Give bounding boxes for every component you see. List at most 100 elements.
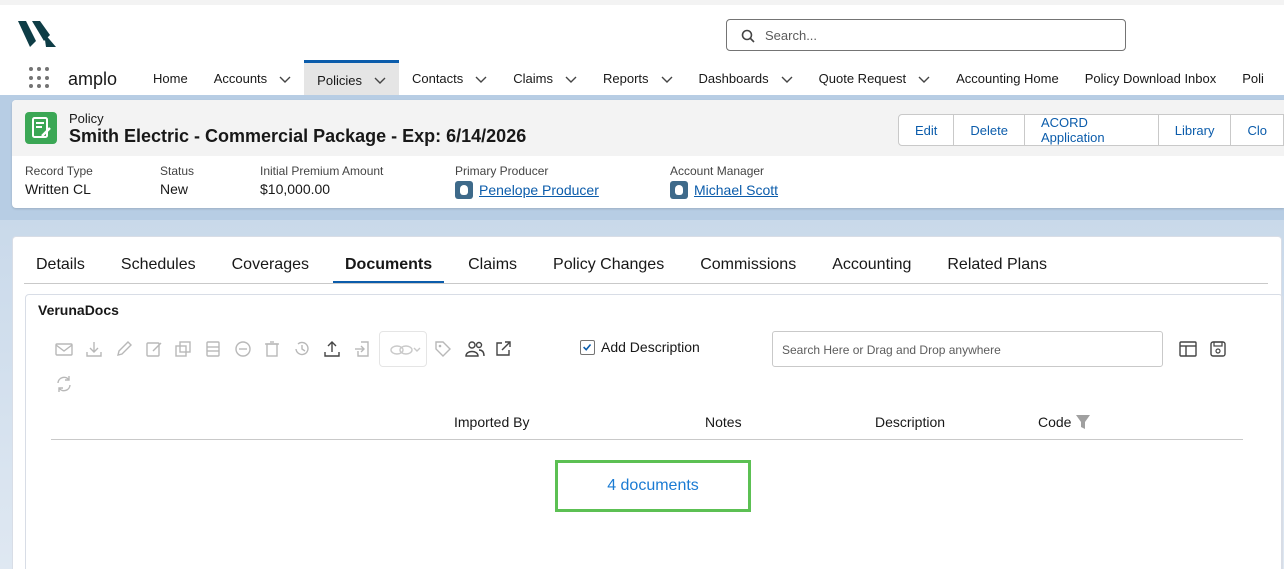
save-icon[interactable] (1208, 339, 1228, 359)
field-account-manager: Account Manager Michael Scott (670, 164, 778, 200)
record-actions: Edit Delete ACORD Application Library Cl… (898, 114, 1284, 146)
add-description-label[interactable]: Add Description (601, 339, 700, 355)
nav-item-overflow[interactable]: Poli (1229, 60, 1277, 97)
column-description[interactable]: Description (875, 414, 945, 430)
tab-documents[interactable]: Documents (333, 246, 445, 284)
app-name: amplo (68, 69, 118, 89)
refresh-icon[interactable] (54, 374, 74, 394)
field-label: Record Type (25, 164, 93, 178)
chevron-down-icon[interactable] (918, 73, 930, 85)
tab-details[interactable]: Details (24, 246, 97, 284)
acord-application-button[interactable]: ACORD Application (1023, 114, 1159, 146)
nav-item-quote-request[interactable]: Quote Request (806, 60, 943, 97)
pencil-icon[interactable] (114, 339, 134, 359)
copy-icon[interactable] (173, 339, 193, 359)
nav-label: Contacts (411, 71, 464, 86)
header-divider (51, 439, 1243, 440)
archive-icon[interactable] (203, 339, 223, 359)
search-icon (741, 29, 755, 43)
tab-claims[interactable]: Claims (456, 246, 529, 284)
documents-count-box[interactable]: 4 documents (555, 460, 751, 512)
nav-item-reports[interactable]: Reports (590, 60, 686, 97)
nav-label: Home (153, 71, 188, 86)
record-type-label: Policy (69, 111, 104, 126)
column-notes[interactable]: Notes (705, 414, 742, 430)
filter-icon[interactable] (1075, 414, 1091, 430)
field-label: Initial Premium Amount (260, 164, 384, 178)
nav-item-home[interactable]: Home (140, 60, 201, 97)
column-imported-by[interactable]: Imported By (454, 414, 529, 430)
search-placeholder: Search... (765, 28, 818, 43)
chevron-down-icon[interactable] (661, 73, 673, 85)
edit-document-icon[interactable] (144, 339, 164, 359)
nav-item-policy-download-inbox[interactable]: Policy Download Inbox (1072, 60, 1230, 97)
chevron-down-icon[interactable] (781, 73, 793, 85)
clone-button[interactable]: Clo (1230, 114, 1284, 146)
tab-coverages[interactable]: Coverages (220, 246, 321, 284)
nav-label: Claims (513, 71, 554, 86)
field-value: $10,000.00 (260, 181, 331, 197)
chevron-down-icon[interactable] (475, 73, 487, 85)
nav-label: Poli (1242, 71, 1264, 86)
nav-bar: Home Accounts Policies Contacts Claims R… (140, 60, 1277, 97)
field-value: Written CL (25, 181, 91, 197)
field-initial-premium: Initial Premium Amount $10,000.00 (260, 164, 383, 197)
record-title: Smith Electric - Commercial Package - Ex… (69, 126, 527, 146)
chevron-down-icon[interactable] (565, 73, 577, 85)
history-icon[interactable] (292, 339, 312, 359)
email-icon[interactable] (54, 339, 74, 359)
nav-label: Reports (603, 71, 649, 86)
nav-label: Accounting Home (956, 71, 1059, 86)
nav-label: Quote Request (818, 71, 907, 86)
tag-icon[interactable] (433, 339, 453, 359)
download-icon[interactable] (84, 339, 104, 359)
layout-icon[interactable] (1178, 339, 1198, 359)
edit-button[interactable]: Edit (898, 114, 955, 146)
primary-producer-link[interactable]: Penelope Producer (479, 182, 599, 198)
nav-item-accounts[interactable]: Accounts (201, 60, 304, 97)
upload-icon[interactable] (322, 339, 342, 359)
link-icon (390, 345, 421, 355)
nav-item-policies[interactable]: Policies (304, 60, 399, 97)
tab-schedules[interactable]: Schedules (109, 246, 208, 284)
chevron-down-icon[interactable] (279, 73, 291, 85)
company-logo-icon[interactable] (16, 19, 56, 49)
nav-label: Policy Download Inbox (1084, 71, 1217, 86)
documents-count-link[interactable]: 4 documents (607, 477, 699, 495)
column-code[interactable]: Code (1038, 414, 1091, 430)
tab-accounting[interactable]: Accounting (820, 246, 923, 284)
tab-policy-changes[interactable]: Policy Changes (541, 246, 676, 284)
tab-commissions[interactable]: Commissions (688, 246, 808, 284)
chevron-down-icon[interactable] (374, 74, 386, 86)
record-header: Policy Smith Electric - Commercial Packa… (12, 100, 1284, 208)
field-label: Primary Producer (455, 164, 549, 178)
tab-related-plans[interactable]: Related Plans (935, 246, 1059, 284)
field-status: Status New (160, 164, 194, 197)
document-search-input[interactable]: Search Here or Drag and Drop anywhere (772, 331, 1163, 367)
app-launcher-icon[interactable] (29, 67, 51, 89)
add-description-checkbox[interactable] (580, 340, 595, 355)
library-button[interactable]: Library (1157, 114, 1232, 146)
link-dropdown[interactable] (379, 331, 427, 367)
global-search-input[interactable]: Search... (726, 19, 1126, 51)
delete-button[interactable]: Delete (953, 114, 1025, 146)
global-header: Search... amplo Home Accounts Policies C… (0, 0, 1284, 100)
nav-item-claims[interactable]: Claims (500, 60, 590, 97)
user-avatar-icon (670, 181, 688, 200)
field-value: New (160, 181, 189, 197)
trash-icon[interactable] (262, 339, 282, 359)
remove-icon[interactable] (233, 339, 253, 359)
field-label: Account Manager (670, 164, 765, 178)
user-avatar-icon (455, 181, 473, 200)
import-icon[interactable] (353, 339, 373, 359)
record-tabs: Details Schedules Coverages Documents Cl… (24, 246, 1071, 284)
nav-item-dashboards[interactable]: Dashboards (686, 60, 806, 97)
external-link-icon[interactable] (493, 339, 513, 359)
checkmark-icon (583, 343, 592, 351)
nav-item-contacts[interactable]: Contacts (399, 60, 500, 97)
users-icon[interactable] (465, 339, 485, 359)
nav-item-accounting-home[interactable]: Accounting Home (943, 60, 1072, 97)
account-manager-link[interactable]: Michael Scott (694, 182, 778, 198)
field-label: Status (160, 164, 195, 178)
nav-label: Accounts (213, 71, 268, 86)
